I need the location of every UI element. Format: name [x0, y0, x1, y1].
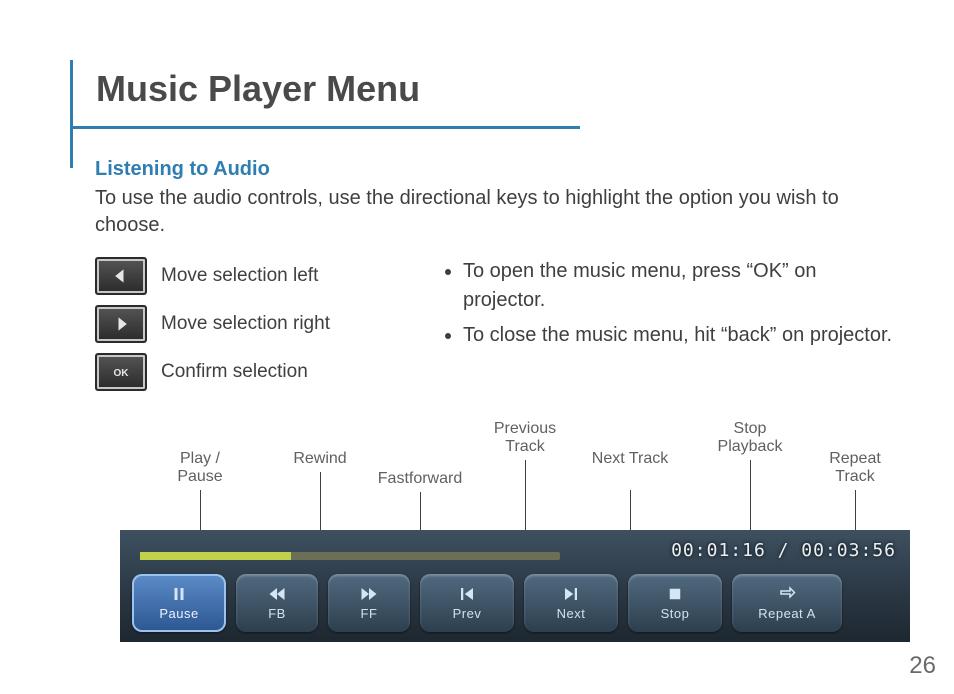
player-screenshot: 00:01:16 / 00:03:56 Pause FB FF Prev: [120, 530, 910, 642]
legend-ok-label: Confirm selection: [161, 361, 308, 383]
player-btn-fb[interactable]: FB: [236, 574, 318, 632]
stop-icon: [664, 585, 686, 603]
repeat-icon: [776, 585, 798, 603]
callout-rewind: Rewind: [293, 450, 346, 467]
frame-horizontal-rule: [70, 126, 580, 129]
arrow-left-icon: [95, 257, 147, 295]
player-btn-ff-label: FF: [361, 606, 378, 621]
tip-open: To open the music menu, press “OK” on pr…: [463, 257, 895, 315]
page-number: 26: [909, 652, 936, 680]
section-heading: Listening to Audio: [95, 158, 895, 181]
player-btn-stop-label: Stop: [661, 606, 690, 621]
arrow-right-icon: [95, 305, 147, 343]
frame-vertical-rule: [70, 60, 73, 168]
player-btn-next[interactable]: Next: [524, 574, 618, 632]
callout-next: Next Track: [592, 450, 668, 467]
player-btn-fb-label: FB: [268, 606, 286, 621]
next-track-icon: [560, 585, 582, 603]
pause-icon: [168, 585, 190, 603]
legend-left-label: Move selection left: [161, 265, 318, 287]
callout-fastforward: Fastforward: [378, 470, 462, 487]
player-btn-stop[interactable]: Stop: [628, 574, 722, 632]
ok-icon: OK: [95, 353, 147, 391]
tip-close: To close the music menu, hit “back” on p…: [463, 321, 895, 350]
legend-right-label: Move selection right: [161, 313, 330, 335]
prev-track-icon: [456, 585, 478, 603]
callout-repeat: Repeat Track: [829, 450, 881, 485]
player-progress-bar: [140, 552, 560, 560]
player-btn-next-label: Next: [557, 606, 586, 621]
player-time: 00:01:16 / 00:03:56: [671, 540, 896, 561]
player-btn-repeat[interactable]: Repeat A: [732, 574, 842, 632]
fast-backward-icon: [266, 585, 288, 603]
player-btn-prev-label: Prev: [453, 606, 482, 621]
callout-play-pause: Play / Pause: [177, 450, 222, 485]
player-btn-pause-label: Pause: [159, 606, 198, 621]
page-title: Music Player Menu: [96, 68, 420, 110]
player-btn-ff[interactable]: FF: [328, 574, 410, 632]
callout-stop: Stop Playback: [718, 420, 783, 455]
fast-forward-icon: [358, 585, 380, 603]
player-progress-fill: [140, 552, 291, 560]
section-intro: To use the audio controls, use the direc…: [95, 185, 895, 239]
callout-previous: Previous Track: [494, 420, 556, 455]
player-btn-prev[interactable]: Prev: [420, 574, 514, 632]
player-btn-pause[interactable]: Pause: [132, 574, 226, 632]
player-btn-repeat-label: Repeat A: [758, 606, 816, 621]
svg-text:OK: OK: [114, 368, 130, 379]
